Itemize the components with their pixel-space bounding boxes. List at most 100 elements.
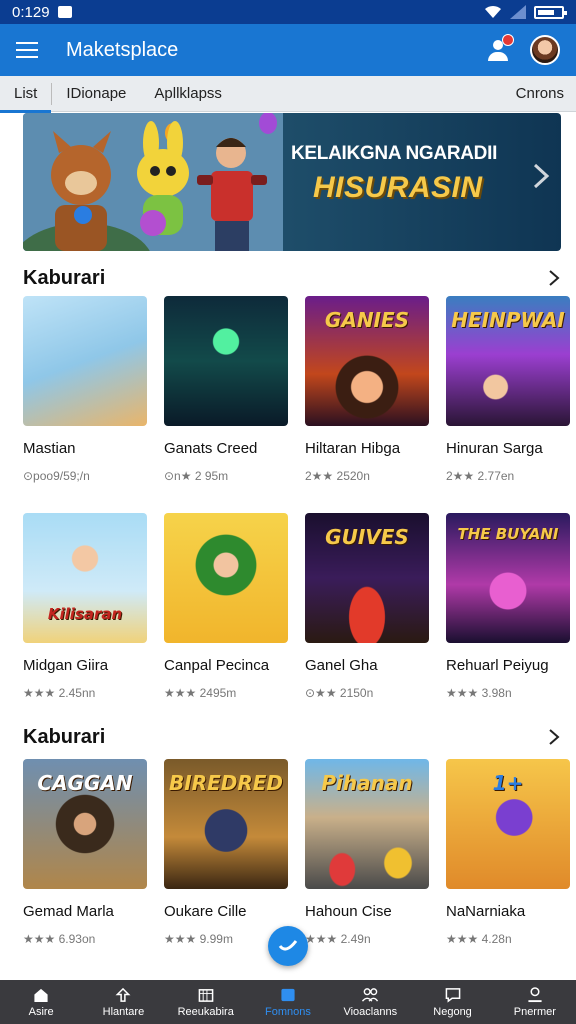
thumbnail-logo-text: Pihanan [321, 771, 413, 795]
promo-banner[interactable]: KELAIKGNA NGARADII HISURASIN [23, 113, 561, 251]
game-card[interactable]: Mastian ⊙poo9/59;/n [23, 296, 147, 483]
banner-characters-image [23, 113, 283, 251]
clock: 0:129 [12, 3, 50, 21]
thumbnail-logo-text: THE BUYANI [457, 525, 559, 543]
game-thumbnail [164, 296, 288, 426]
section-header: Kaburari [23, 724, 563, 750]
game-card[interactable]: GUIVES Ganel Gha ⊙★★ 2150n [305, 513, 429, 700]
game-rating: ★★★ 2.49n [305, 932, 371, 946]
game-title: Hiltaran Hibga [305, 440, 401, 457]
thumbnail-logo-text: HEINPWAI [451, 308, 565, 332]
game-title: NaNarniaka [446, 903, 526, 920]
banner-title: HISURASIN [313, 171, 483, 204]
calendar-icon [198, 988, 214, 1002]
game-title: Mastian [23, 440, 76, 457]
banner-headline: KELAIKGNA NGARADII [291, 143, 498, 164]
game-title: Hahoun Cise [305, 903, 392, 920]
nav-item-pnermer[interactable]: Pnermer [494, 980, 576, 1024]
game-thumbnail: Pihanan [305, 759, 429, 889]
game-rating: ★★★ 6.93on [23, 932, 96, 946]
game-title: Canpal Pecinca [164, 657, 270, 674]
app-bar: Maketsplace [0, 24, 576, 76]
game-grid: Mastian ⊙poo9/59;/n Ganats Creed ⊙n★ 2 95m G… [23, 296, 570, 706]
game-thumbnail [23, 296, 147, 426]
nav-label: Pnermer [513, 1005, 556, 1018]
game-rating: ⊙★★ 2150n [305, 686, 374, 700]
game-card[interactable]: CAGGAN Gemad Marla ★★★ 6.93on [23, 759, 147, 946]
chevron-right-icon[interactable] [545, 728, 563, 746]
game-thumbnail: GUIVES [305, 513, 429, 643]
game-rating: 2★★ 2.77en [446, 469, 515, 483]
game-title: Ganel Gha [305, 657, 378, 674]
upload-icon [115, 987, 131, 1002]
chat-icon [445, 987, 460, 1003]
nav-item-negong[interactable]: Negong [411, 980, 493, 1024]
battery-icon [534, 5, 567, 19]
game-thumbnail [164, 513, 288, 643]
people-icon [362, 987, 379, 1002]
thumbnail-logo-text: GUIVES [325, 525, 409, 549]
notification-icon [57, 6, 72, 18]
game-card[interactable]: THE BUYANI Rehuarl Peiyug ★★★ 3.98n [446, 513, 570, 700]
thumbnail-logo-text: 1+ [492, 771, 524, 795]
tab-cnrons[interactable]: Cnrons [502, 76, 576, 112]
game-thumbnail: THE BUYANI [446, 513, 570, 643]
section-title: Kaburari [23, 725, 106, 748]
section-title: Kaburari [23, 266, 106, 289]
account-icon[interactable] [486, 34, 514, 62]
nav-label: Reeukabira [177, 1005, 234, 1018]
game-card[interactable]: 1+ NaNarniaka ★★★ 4.28n [446, 759, 570, 946]
game-card[interactable]: Pihanan Hahoun Cise ★★★ 2.49n [305, 759, 429, 946]
section-header: Kaburari [23, 265, 563, 291]
game-card[interactable]: HEINPWAI Hinuran Sarga 2★★ 2.77en [446, 296, 570, 483]
nav-item-hlantare[interactable]: Hlantare [82, 980, 164, 1024]
game-card[interactable]: Canpal Pecinca ★★★ 2495m [164, 513, 288, 700]
game-title: Oukare Cille [164, 903, 247, 920]
game-thumbnail: 1+ [446, 759, 570, 889]
nav-label: Negong [433, 1005, 472, 1018]
game-thumbnail: GANIES [305, 296, 429, 426]
nav-label: Asire [28, 1005, 54, 1018]
signal-icon [510, 5, 526, 19]
game-card[interactable]: Ganats Creed ⊙n★ 2 95m [164, 296, 288, 483]
wifi-icon [485, 5, 501, 18]
game-rating: ⊙poo9/59;/n [23, 469, 90, 483]
nav-label: Vioaclanns [343, 1005, 398, 1018]
game-rating: ⊙n★ 2 95m [164, 469, 229, 483]
thumbnail-logo-text: Kilisaran [47, 605, 123, 623]
fab-button[interactable] [268, 926, 308, 966]
tab-idionape[interactable]: IDionape [52, 76, 140, 112]
game-rating: 2★★ 2520n [305, 469, 370, 483]
game-title: Ganats Creed [164, 440, 258, 457]
nav-item-asire[interactable]: Asire [0, 980, 82, 1024]
thumbnail-logo-text: GANIES [324, 308, 410, 332]
game-title: Hinuran Sarga [446, 440, 543, 457]
tab-bar: List IDionape Apllklapss Cnrons [0, 76, 576, 113]
game-title: Rehuarl Peiyug [446, 657, 549, 674]
menu-icon[interactable] [16, 42, 38, 58]
nav-label: Fomnons [265, 1005, 311, 1018]
thumbnail-logo-text: CAGGAN [37, 771, 133, 795]
nav-item-vioaclanns[interactable]: Vioaclanns [329, 980, 411, 1024]
game-card[interactable]: Kilisaran Midgan Giira ★★★ 2.45nn [23, 513, 147, 700]
game-thumbnail: CAGGAN [23, 759, 147, 889]
bottom-nav: Asire Hlantare Reeukabira Fomnons Vioaclanns… [0, 980, 576, 1024]
card-icon [281, 988, 295, 1001]
tab-list[interactable]: List [0, 76, 52, 113]
game-rating: ★★★ 2495m [164, 686, 237, 700]
avatar[interactable] [530, 35, 560, 65]
chevron-right-icon[interactable] [529, 161, 553, 191]
tab-apllklapss[interactable]: Apllklapss [140, 76, 236, 112]
profile-icon [528, 986, 542, 1002]
game-rating: ★★★ 2.45nn [23, 686, 96, 700]
game-card[interactable]: BIREDRED Oukare Cille ★★★ 9.99m [164, 759, 288, 946]
chevron-right-icon[interactable] [545, 269, 563, 287]
home-icon [34, 988, 48, 1002]
nav-label: Hlantare [102, 1005, 145, 1018]
nav-item-fomnons[interactable]: Fomnons [247, 980, 329, 1024]
nav-item-reeukabira[interactable]: Reeukabira [165, 980, 247, 1024]
game-thumbnail: BIREDRED [164, 759, 288, 889]
game-thumbnail: Kilisaran [23, 513, 147, 643]
game-rating: ★★★ 4.28n [446, 932, 512, 946]
game-card[interactable]: GANIES Hiltaran Hibga 2★★ 2520n [305, 296, 429, 483]
